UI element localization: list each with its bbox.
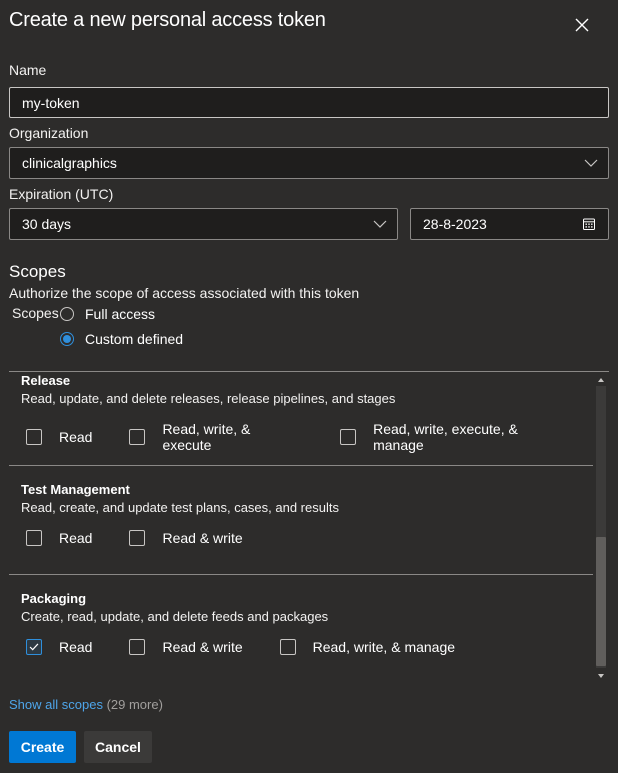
checkbox-packaging-read-write[interactable] xyxy=(129,639,146,655)
expiration-label: Expiration (UTC) xyxy=(9,186,114,202)
checkbox-release-read-write-execute-manage[interactable] xyxy=(340,429,357,445)
scopes-description: Authorize the scope of access associated… xyxy=(9,285,360,301)
radio-label: Full access xyxy=(85,306,156,322)
scope-description-release: Read, update, and delete releases, relea… xyxy=(21,391,396,406)
scope-list[interactable]: Release Read, update, and delete release… xyxy=(9,371,609,685)
checkbox-release-read[interactable] xyxy=(26,429,42,445)
checkbox-packaging-read-write-manage[interactable] xyxy=(279,639,296,655)
checkbox-label: Read & write xyxy=(162,530,243,546)
scope-options-packaging: Read Read & write Read, write, & manage xyxy=(26,639,492,655)
radio-button[interactable] xyxy=(60,307,74,321)
scope-title-packaging: Packaging xyxy=(21,591,87,606)
checkbox-release-read-write-execute[interactable] xyxy=(129,429,146,445)
scope-title-test-management: Test Management xyxy=(21,482,130,497)
scope-options-release: Read Read, write, & execute Read, write,… xyxy=(26,421,609,453)
scrollbar[interactable] xyxy=(594,372,608,684)
more-scopes-count: (29 more) xyxy=(106,697,163,712)
dialog-title: Create a new personal access token xyxy=(9,9,326,31)
checkbox-label: Read, write, execute, & manage xyxy=(373,421,518,453)
name-label: Name xyxy=(9,62,47,78)
name-input[interactable]: my-token xyxy=(9,87,609,118)
close-icon[interactable] xyxy=(572,15,592,35)
name-input-value: my-token xyxy=(22,94,80,111)
expiration-date-input[interactable]: 28-8-2023 xyxy=(410,208,609,240)
create-button[interactable]: Create xyxy=(9,731,76,763)
checkbox-packaging-read[interactable] xyxy=(26,639,42,655)
scopes-heading: Scopes xyxy=(9,262,66,281)
expiration-dropdown[interactable]: 30 days xyxy=(9,208,398,240)
scrollbar-thumb[interactable] xyxy=(596,537,606,666)
checkbox-label: Read, write, & manage xyxy=(312,639,456,655)
chevron-down-icon xyxy=(584,159,598,167)
organization-dropdown[interactable]: clinicalgraphics xyxy=(9,147,609,179)
checkbox-label: Read xyxy=(59,639,93,655)
scope-options-test-management: Read Read & write xyxy=(26,530,280,546)
checkbox-test-read[interactable] xyxy=(26,530,42,546)
organization-value: clinicalgraphics xyxy=(22,155,117,171)
radio-full-access[interactable]: Full access xyxy=(60,306,155,322)
expiration-date-value: 28-8-2023 xyxy=(423,216,487,232)
scope-description-packaging: Create, read, update, and delete feeds a… xyxy=(21,609,329,624)
checkbox-label: Read & write xyxy=(162,639,243,655)
radio-custom-defined[interactable]: Custom defined xyxy=(60,331,183,347)
scroll-up-icon[interactable] xyxy=(596,375,606,385)
checkbox-test-read-write[interactable] xyxy=(129,530,146,546)
section-divider xyxy=(9,574,593,575)
organization-label: Organization xyxy=(9,125,89,141)
calendar-icon[interactable] xyxy=(582,217,596,231)
cancel-button[interactable]: Cancel xyxy=(84,731,152,763)
show-all-scopes-link[interactable]: Show all scopes xyxy=(9,697,103,712)
checkbox-label: Read, write, & execute xyxy=(162,421,251,453)
chevron-down-icon xyxy=(373,220,387,228)
expiration-value: 30 days xyxy=(22,216,72,232)
checkmark-icon xyxy=(29,643,39,651)
scopes-group-label: Scopes xyxy=(12,305,59,321)
checkbox-label: Read xyxy=(59,530,93,546)
checkbox-label: Read xyxy=(58,429,93,445)
radio-button[interactable] xyxy=(60,332,74,346)
scroll-down-icon[interactable] xyxy=(596,671,606,681)
scope-title-release: Release xyxy=(21,373,71,388)
radio-label: Custom defined xyxy=(85,331,184,347)
section-divider xyxy=(9,465,593,466)
show-all-scopes: Show all scopes (29 more) xyxy=(9,697,163,712)
scope-description-test-management: Read, create, and update test plans, cas… xyxy=(21,500,339,515)
